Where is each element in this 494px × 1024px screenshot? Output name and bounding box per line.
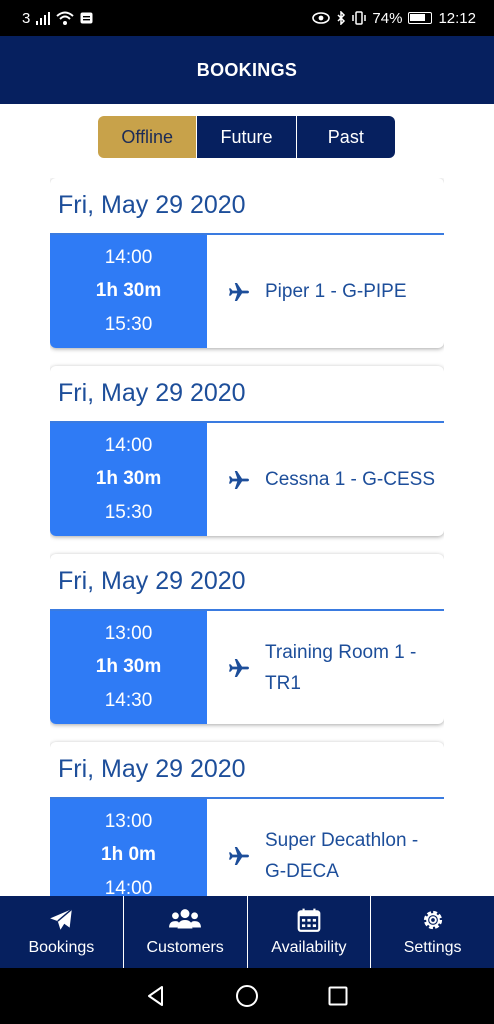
resource-name: Cessna 1 - G-CESS [265, 469, 435, 490]
system-nav-bar [0, 968, 494, 1024]
tab-offline[interactable]: Offline [98, 116, 197, 158]
airplane-icon [229, 470, 249, 489]
paper-plane-icon [50, 908, 73, 930]
gear-icon [423, 910, 442, 930]
start-time: 14:00 [104, 434, 153, 456]
home-icon[interactable] [235, 984, 259, 1008]
resource-name: Super Decathlon - G-DECA [265, 829, 419, 882]
vibrate-icon [352, 11, 367, 25]
signal-icon [36, 11, 51, 25]
users-icon [169, 909, 202, 929]
carrier-label: 3 [22, 9, 31, 27]
recents-icon[interactable] [326, 984, 350, 1008]
end-time: 14:00 [104, 878, 153, 896]
bluetooth-icon [337, 11, 346, 25]
tab-past[interactable]: Past [295, 116, 395, 158]
booking-date: Fri, May 29 2020 [50, 554, 444, 611]
booking-time-block: 13:00 1h 30m 14:30 [50, 611, 207, 724]
booking-date: Fri, May 29 2020 [50, 178, 444, 235]
duration: 1h 0m [101, 844, 156, 866]
end-time: 14:30 [104, 690, 153, 712]
status-bar: 3 74% 12:12 [0, 0, 494, 36]
wifi-icon [56, 11, 75, 25]
end-time: 15:30 [104, 502, 153, 524]
nav-availability[interactable]: Availability [246, 896, 371, 968]
airplane-icon [229, 846, 249, 865]
clock: 12:12 [438, 9, 476, 27]
booking-card[interactable]: Fri, May 29 2020 13:00 1h 0m 14:00 Super… [50, 742, 444, 896]
nav-label: Bookings [28, 939, 95, 956]
calendar-icon [297, 908, 321, 932]
tab-future[interactable]: Future [196, 116, 296, 158]
booking-time-block: 14:00 1h 30m 15:30 [50, 423, 207, 536]
booking-date: Fri, May 29 2020 [50, 366, 444, 423]
eye-icon [312, 12, 331, 24]
app-header: BOOKINGS [0, 36, 494, 104]
duration: 1h 30m [95, 468, 162, 490]
duration: 1h 30m [95, 656, 162, 678]
airplane-icon [229, 282, 249, 301]
page-title: BOOKINGS [196, 59, 298, 80]
resource-name: Piper 1 - G-PIPE [265, 281, 407, 302]
nav-settings[interactable]: Settings [370, 896, 494, 968]
nav-label: Settings [403, 939, 462, 956]
nav-bookings[interactable]: Bookings [0, 896, 123, 968]
start-time: 14:00 [104, 246, 153, 268]
bottom-nav: Bookings Customers Availability Settings [0, 896, 494, 968]
battery-icon [408, 12, 433, 24]
booking-card[interactable]: Fri, May 29 2020 14:00 1h 30m 15:30 Pipe… [50, 178, 444, 348]
booking-card[interactable]: Fri, May 29 2020 14:00 1h 30m 15:30 Cess… [50, 366, 444, 536]
start-time: 13:00 [104, 810, 153, 832]
nav-label: Availability [271, 939, 347, 956]
booking-card[interactable]: Fri, May 29 2020 13:00 1h 30m 14:30 Trai… [50, 554, 444, 724]
back-icon[interactable] [144, 984, 168, 1008]
duration: 1h 30m [95, 280, 162, 302]
booking-tabs: Offline Future Past [98, 116, 395, 158]
nav-label: Customers [146, 939, 224, 956]
booking-time-block: 14:00 1h 30m 15:30 [50, 235, 207, 348]
booking-date: Fri, May 29 2020 [50, 742, 444, 799]
booking-list[interactable]: Fri, May 29 2020 14:00 1h 30m 15:30 Pipe… [50, 178, 444, 896]
airplane-icon [229, 658, 249, 677]
resource-name: Training Room 1 - TR1 [265, 641, 417, 694]
end-time: 15:30 [104, 314, 153, 336]
message-icon [80, 12, 93, 24]
booking-time-block: 13:00 1h 0m 14:00 [50, 799, 207, 896]
nav-customers[interactable]: Customers [122, 896, 247, 968]
battery-percent: 74% [372, 9, 403, 27]
start-time: 13:00 [104, 622, 153, 644]
